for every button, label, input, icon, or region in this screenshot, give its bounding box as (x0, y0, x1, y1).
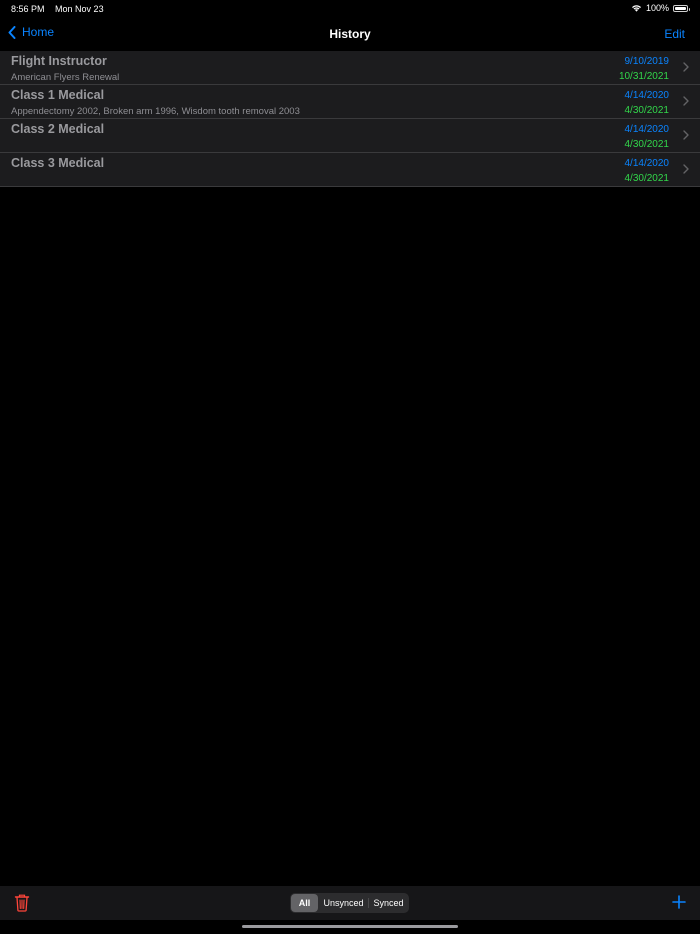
row-issue-date: 4/14/2020 (624, 124, 670, 135)
segment-unsynced[interactable]: Unsynced (318, 894, 369, 912)
row-issue-date: 4/14/2020 (624, 158, 670, 169)
battery-fill (675, 6, 686, 10)
chevron-right-icon (683, 164, 689, 174)
plus-icon[interactable] (672, 895, 686, 909)
row-title: Flight Instructor (11, 54, 107, 68)
row-expiry-date: 4/30/2021 (624, 139, 670, 150)
trash-icon[interactable] (14, 894, 30, 912)
row-title: Class 3 Medical (11, 156, 105, 170)
row-expiry-date: 10/31/2021 (618, 71, 669, 82)
chevron-right-icon (683, 62, 689, 72)
row-issue-date: 4/14/2020 (624, 90, 670, 101)
history-row-class-2-medical[interactable]: Class 2 Medical 4/14/2020 4/30/2021 (0, 119, 700, 153)
page-title: History (329, 27, 371, 41)
chevron-right-icon (683, 130, 689, 140)
row-subtitle: American Flyers Renewal (11, 72, 120, 83)
status-bar: 8:56 PM Mon Nov 23 100% (0, 0, 700, 18)
status-date: Mon Nov 23 (55, 4, 104, 14)
row-title: Class 2 Medical (11, 122, 105, 136)
status-left: 8:56 PM Mon Nov 23 (11, 4, 104, 14)
battery-percent: 100% (645, 3, 669, 13)
row-expiry-date: 4/30/2021 (624, 105, 670, 116)
status-time: 8:56 PM (11, 4, 45, 14)
battery-icon (673, 4, 690, 12)
row-title: Class 1 Medical (11, 88, 105, 102)
edit-button[interactable]: Edit (664, 27, 685, 41)
row-issue-date: 9/10/2019 (624, 56, 670, 67)
bottom-toolbar: All Unsynced Synced (0, 886, 700, 920)
history-row-flight-instructor[interactable]: Flight Instructor American Flyers Renewa… (0, 51, 700, 85)
history-row-class-1-medical[interactable]: Class 1 Medical Appendectomy 2002, Broke… (0, 85, 700, 119)
wifi-icon (631, 5, 641, 12)
status-right: 100% (631, 3, 690, 13)
home-indicator (242, 925, 458, 928)
navigation-bar: Home History Edit (0, 18, 700, 52)
segment-all[interactable]: All (291, 894, 318, 912)
row-expiry-date: 4/30/2021 (624, 173, 670, 184)
row-subtitle: Appendectomy 2002, Broken arm 1996, Wisd… (11, 106, 300, 117)
history-row-class-3-medical[interactable]: Class 3 Medical 4/14/2020 4/30/2021 (0, 153, 700, 187)
chevron-right-icon (683, 96, 689, 106)
sync-filter-segmented-control: All Unsynced Synced (290, 893, 409, 913)
segment-synced[interactable]: Synced (369, 894, 408, 912)
history-list: Flight Instructor American Flyers Renewa… (0, 51, 700, 187)
